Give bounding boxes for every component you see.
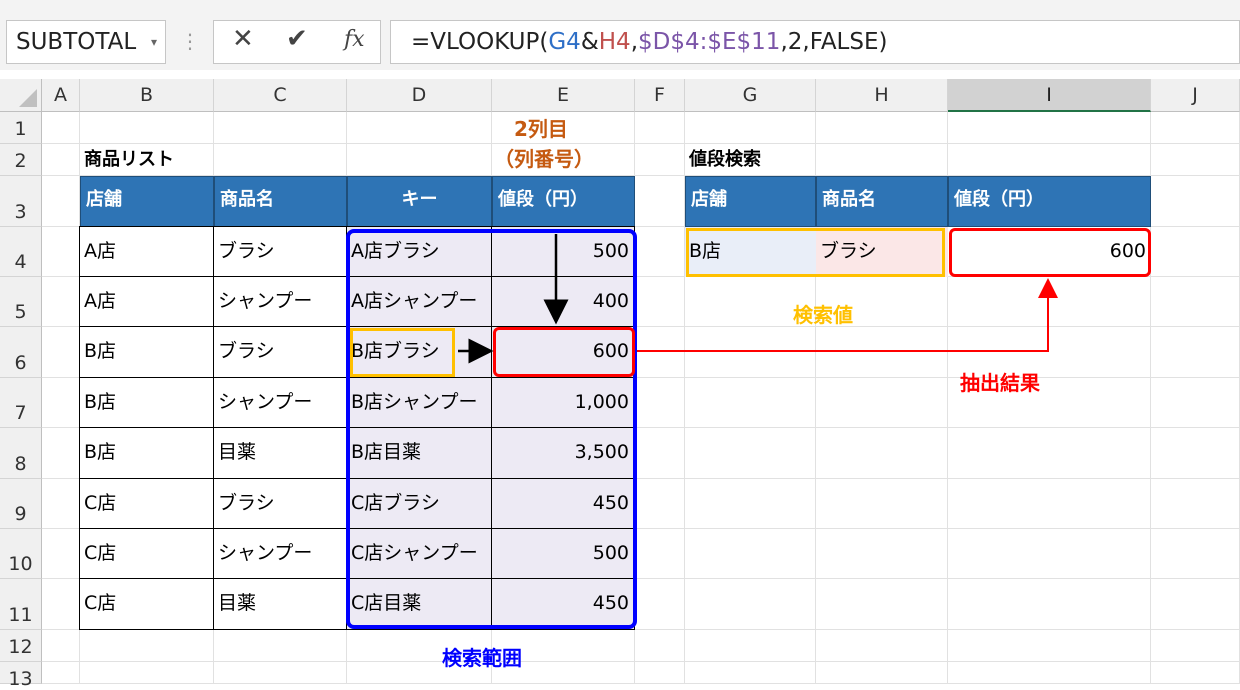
- formula-bar-area: SUBTOTAL ▾ ⋮ ✕ ✔ fx =VLOOKUP(G4&H4,$D$4:…: [0, 0, 1240, 70]
- name-box-value: SUBTOTAL: [16, 29, 137, 55]
- formula-ref-h4: H4: [598, 29, 631, 55]
- formula-text: =VLOOKUP(: [411, 29, 549, 55]
- formula-text: &: [580, 29, 599, 55]
- spreadsheet-grid: A B C D E F G H I J 1 2 3 4 5 6 7 8 9 10…: [0, 79, 1240, 689]
- formula-ref-g4: G4: [548, 29, 581, 55]
- cancel-icon[interactable]: ✕: [232, 24, 254, 54]
- formula-buttons: ✕ ✔ fx: [213, 20, 381, 64]
- formula-text: ,2,FALSE): [780, 29, 888, 55]
- result-label: 抽出結果: [960, 371, 1040, 395]
- formula-text: ,: [630, 29, 639, 55]
- insert-function-icon[interactable]: fx: [344, 27, 365, 52]
- arrows: [458, 234, 1058, 364]
- col-index-sublabel: （列番号）: [494, 147, 594, 171]
- chevron-down-icon[interactable]: ▾: [151, 21, 157, 63]
- formula-ref-range: $D$4:$E$11: [638, 29, 781, 55]
- lookup-value-label: 検索値: [793, 303, 853, 327]
- range-label: 検索範囲: [442, 646, 522, 670]
- splitter-handle-icon[interactable]: ⋮: [180, 24, 200, 58]
- col-index-label: 2列目: [514, 117, 568, 141]
- enter-icon[interactable]: ✔: [286, 24, 308, 54]
- formula-input[interactable]: =VLOOKUP(G4&H4,$D$4:$E$11,2,FALSE): [390, 20, 1240, 64]
- name-box[interactable]: SUBTOTAL ▾: [6, 20, 166, 64]
